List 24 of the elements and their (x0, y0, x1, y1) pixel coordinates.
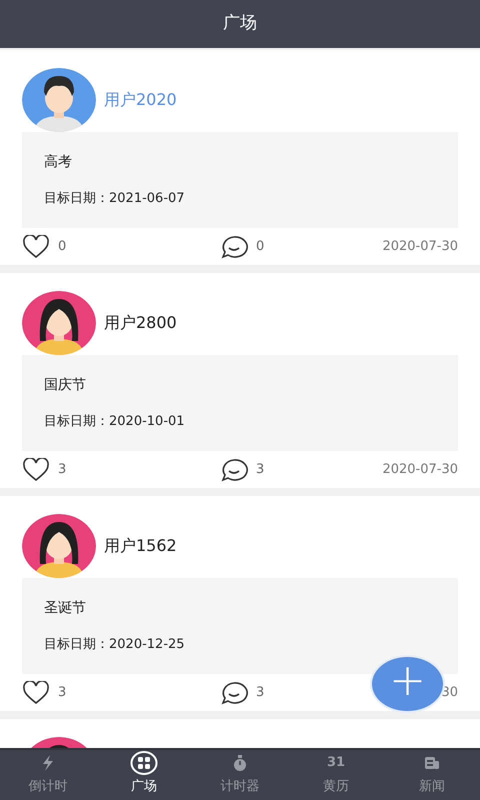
post-date: 2020-07-30 (382, 238, 458, 256)
countdown-panel[interactable]: 高考 目标日期：2021-06-07 (22, 132, 458, 228)
like-count: 0 (58, 238, 66, 256)
nav-tab[interactable]: 计时器 (192, 750, 288, 800)
nav-tab[interactable]: 31 黄历 (288, 750, 384, 800)
event-title: 国庆节 (44, 376, 86, 395)
username[interactable]: 用户2800 (104, 311, 177, 335)
like-count: 3 (58, 684, 66, 702)
comment-count: 3 (256, 684, 264, 702)
event-title: 高考 (44, 152, 72, 172)
calendar-number: 31 (326, 754, 346, 772)
target-date: 目标日期：2021-06-07 (44, 190, 185, 208)
username[interactable]: 用户1562 (104, 534, 177, 558)
nav-tab[interactable]: 新闻 (384, 750, 480, 800)
comment-count: 0 (256, 238, 264, 256)
page-title: 广场 (223, 12, 257, 36)
event-title: 圣诞节 (44, 598, 86, 618)
like-count: 3 (58, 460, 66, 479)
post-date: 2020-07-30 (382, 460, 458, 479)
target-date: 目标日期：2020-10-01 (44, 412, 185, 431)
target-date: 目标日期：2020-12-25 (44, 636, 185, 654)
comment-count: 3 (256, 460, 264, 479)
nav-tab[interactable]: 广场 (96, 750, 192, 800)
countdown-panel[interactable]: 国庆节 目标日期：2020-10-01 (22, 355, 458, 451)
